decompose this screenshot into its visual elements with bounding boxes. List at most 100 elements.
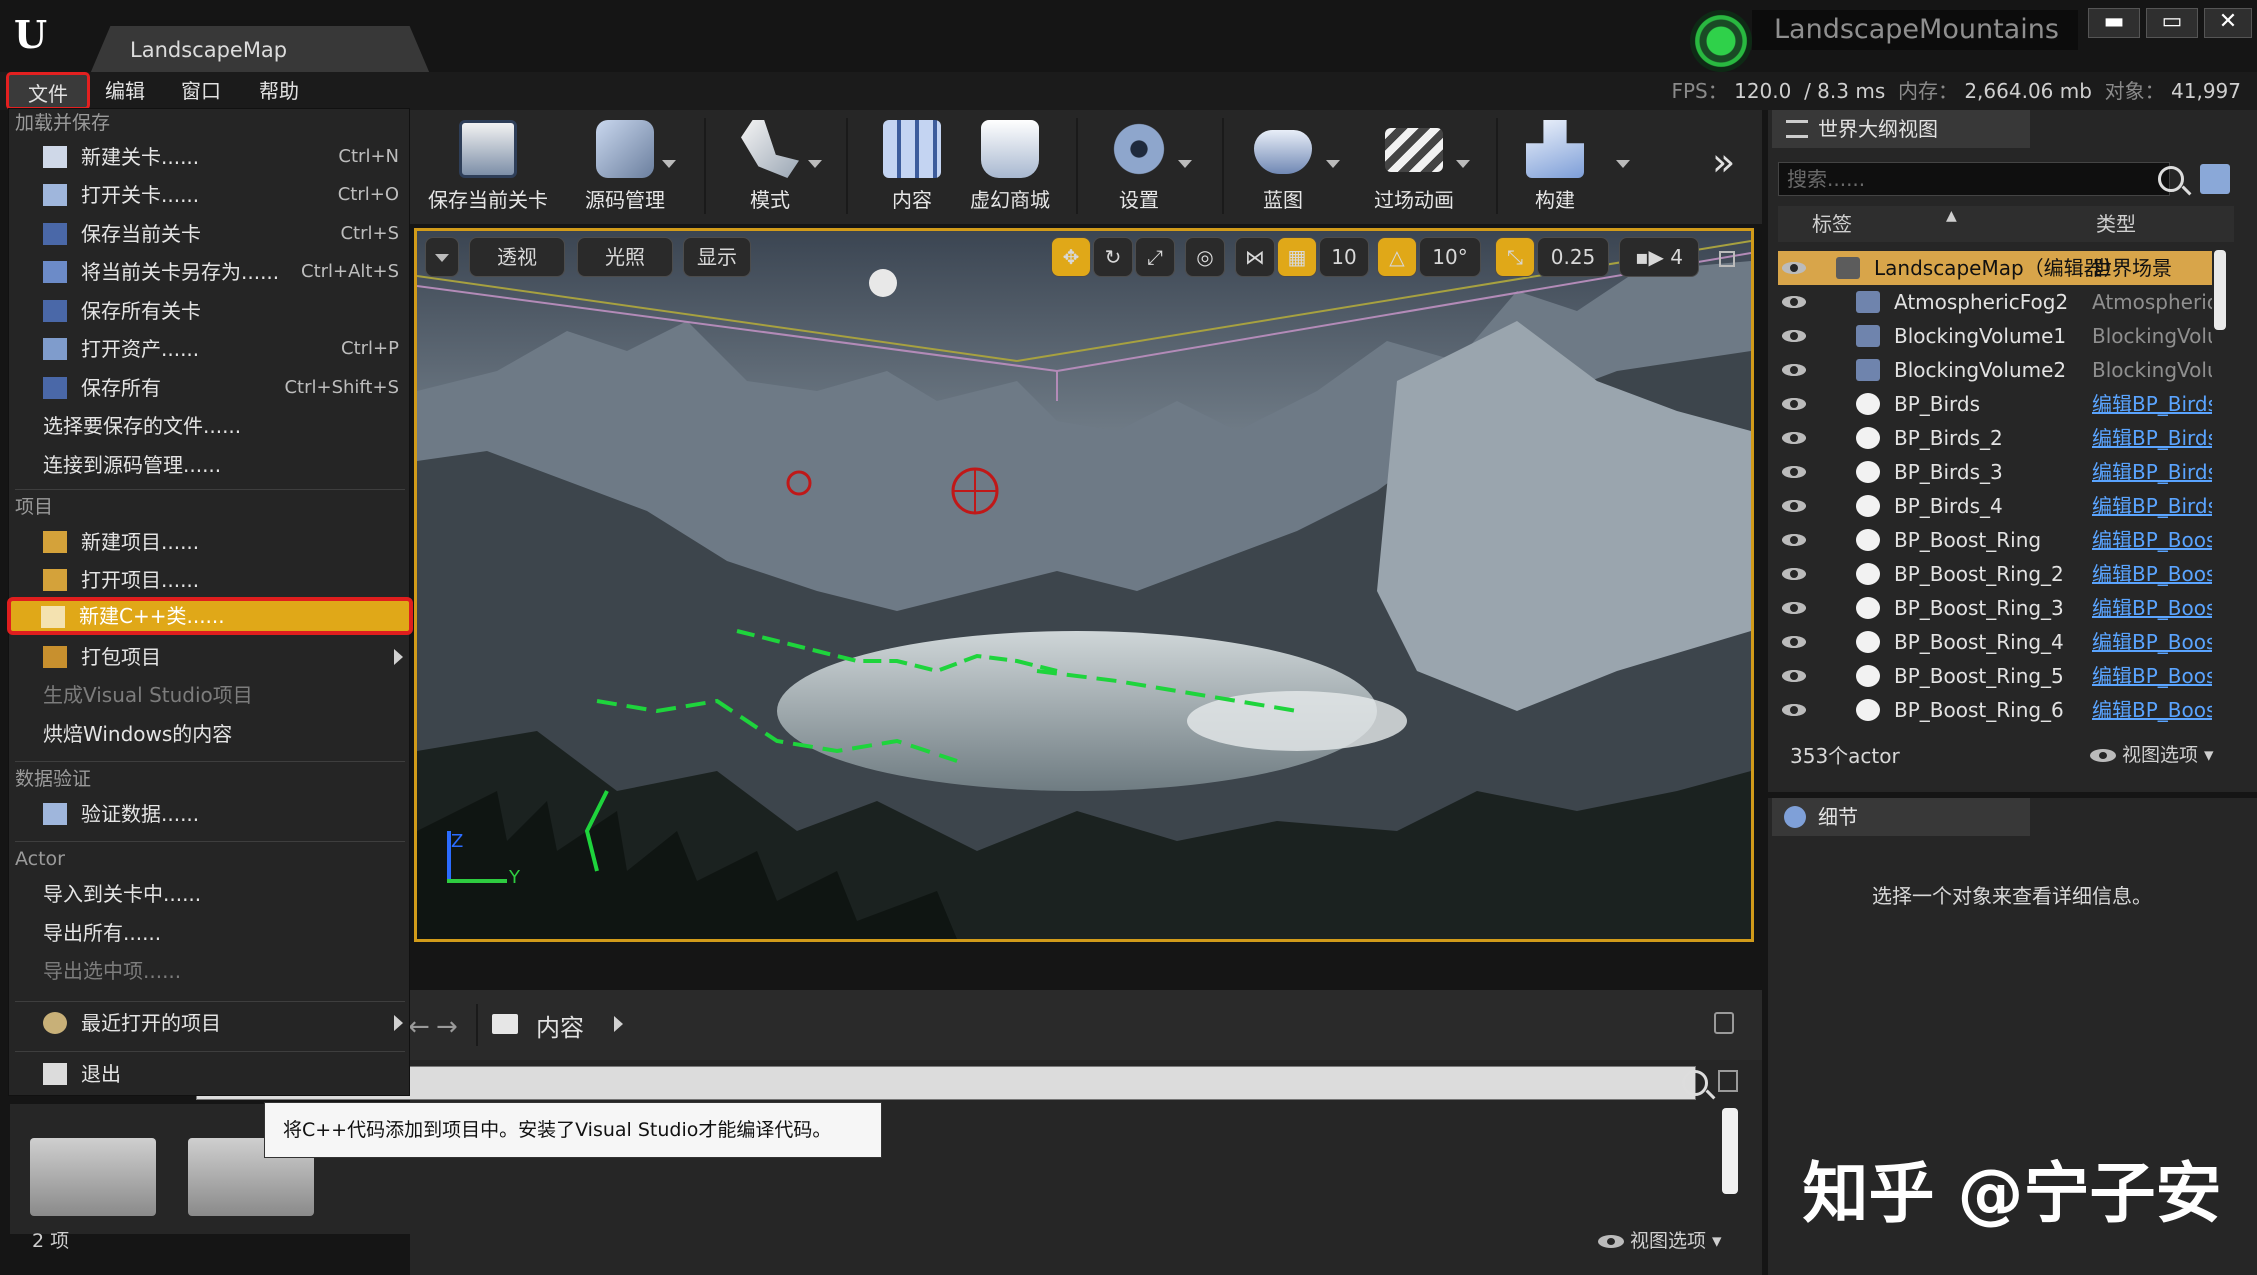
level-viewport[interactable]: 透视 光照 显示 ✥ ↻ ⤢ ◎ ⋈ ▦ 10 △ 10° ⤡ 0.25 ▪▶ … (414, 228, 1754, 942)
menu-item-save-all[interactable]: 保存所有 Ctrl+Shift+S (9, 369, 409, 407)
cinematics-button[interactable]: 过场动画 (1356, 112, 1472, 222)
menu-item-export-selected[interactable]: 导出选中项...... (9, 952, 409, 990)
menu-window[interactable]: 窗口 (172, 72, 230, 110)
outliner-row-type[interactable]: 编辑BP_Boost_Ring (2092, 591, 2212, 625)
menu-item-package-project[interactable]: 打包项目 (9, 638, 409, 676)
tab-details[interactable]: 细节 (1772, 798, 2030, 836)
outliner-row[interactable]: BP_Birds 编辑BP_Birds (1778, 387, 2212, 421)
translate-tool-icon[interactable]: ✥ (1051, 237, 1091, 277)
menu-help[interactable]: 帮助 (250, 72, 308, 110)
outliner-row[interactable]: BP_Boost_Ring_4 编辑BP_Boost_Ring (1778, 625, 2212, 659)
visibility-eye-icon[interactable] (1782, 636, 1806, 648)
menu-item-save-as[interactable]: 将当前关卡另存为...... Ctrl+Alt+S (9, 253, 409, 291)
outliner-search-input[interactable]: 搜索...... (1778, 162, 2170, 196)
outliner-row[interactable]: BlockingVolume2 BlockingVolume (1778, 353, 2212, 387)
outliner-row[interactable]: AtmosphericFog2 AtmosphericFog (1778, 285, 2212, 319)
visibility-eye-icon[interactable] (1782, 330, 1806, 342)
blueprints-button[interactable]: 蓝图 (1238, 112, 1340, 222)
outliner-row[interactable]: BP_Birds_3 编辑BP_Birds (1778, 455, 2212, 489)
surface-snap-icon[interactable]: ⋈ (1235, 237, 1275, 277)
save-search-icon[interactable] (1718, 1070, 1738, 1092)
maximize-viewport-icon[interactable] (1719, 251, 1735, 267)
visibility-eye-icon[interactable] (1782, 398, 1806, 410)
minimize-button[interactable]: ▬ (2088, 8, 2140, 38)
menu-item-open-level[interactable]: 打开关卡...... Ctrl+O (9, 176, 409, 214)
outliner-row-type[interactable]: 编辑BP_Birds (2092, 455, 2212, 489)
outliner-row-type[interactable]: 编辑BP_Birds (2092, 489, 2212, 523)
content-view-options[interactable]: 视图选项 ▾ (1598, 1226, 1722, 1253)
visibility-eye-icon[interactable] (1782, 704, 1806, 716)
lock-icon[interactable] (1714, 1012, 1734, 1034)
content-button[interactable]: 内容 (864, 112, 960, 222)
visibility-eye-icon[interactable] (1782, 534, 1806, 546)
outliner-scrollbar[interactable] (2214, 250, 2226, 330)
menu-item-exit[interactable]: 退出 (9, 1055, 409, 1093)
build-chevron-down-icon[interactable] (1616, 160, 1630, 168)
save-current-level-button[interactable]: 保存当前关卡 (418, 112, 558, 222)
outliner-row-type[interactable]: 编辑BP_Boost_Ring (2092, 659, 2212, 693)
outliner-row-type[interactable]: 编辑BP_Boost_Ring (2092, 693, 2212, 727)
visibility-eye-icon[interactable] (1782, 602, 1806, 614)
visibility-eye-icon[interactable] (1782, 364, 1806, 376)
tab-world-outliner[interactable]: 世界大纲视图 (1772, 110, 2030, 148)
search-icon[interactable] (1682, 1070, 1708, 1096)
menu-item-generate-vs[interactable]: 生成Visual Studio项目 (9, 676, 409, 714)
scale-snap-value[interactable]: 0.25 (1537, 237, 1609, 277)
create-folder-icon[interactable] (2200, 164, 2230, 194)
back-arrow-icon[interactable]: ← (408, 1012, 430, 1042)
path-arrow-icon[interactable] (614, 1016, 623, 1032)
visibility-eye-icon[interactable] (1782, 568, 1806, 580)
grid-snap-value[interactable]: 10 (1319, 237, 1369, 277)
menu-item-save-current[interactable]: 保存当前关卡 Ctrl+S (9, 215, 409, 253)
settings-button[interactable]: 设置 (1094, 112, 1192, 222)
scale-snap-icon[interactable]: ⤡ (1495, 237, 1535, 277)
unreal-logo-icon[interactable]: U (14, 12, 56, 58)
outliner-row[interactable]: BP_Birds_4 编辑BP_Birds (1778, 489, 2212, 523)
rotate-tool-icon[interactable]: ↻ (1093, 237, 1133, 277)
level-tab[interactable]: LandscapeMap (90, 26, 430, 74)
search-icon[interactable] (2158, 166, 2184, 192)
more-toolbar-icon[interactable]: » (1712, 140, 1735, 184)
outliner-row[interactable]: LandscapeMap（编辑器） 世界场景 (1778, 251, 2212, 285)
menu-item-validate-data[interactable]: 验证数据...... (9, 795, 409, 833)
visibility-eye-icon[interactable] (1782, 432, 1806, 444)
scale-tool-icon[interactable]: ⤢ (1135, 237, 1175, 277)
visibility-eye-icon[interactable] (1782, 296, 1806, 308)
content-scrollbar[interactable] (1722, 1108, 1738, 1194)
visibility-eye-icon[interactable] (1782, 500, 1806, 512)
outliner-row-type[interactable]: 编辑BP_Birds (2092, 387, 2212, 421)
outliner-row-type[interactable]: 编辑BP_Boost_Ring (2092, 523, 2212, 557)
column-type-header[interactable]: 类型 (2096, 206, 2136, 242)
menu-item-save-all-levels[interactable]: 保存所有关卡 (9, 292, 409, 330)
outliner-view-options[interactable]: 视图选项 ▾ (2090, 740, 2214, 767)
menu-edit[interactable]: 编辑 (96, 72, 154, 110)
camera-speed-button[interactable]: ▪▶ 4 (1619, 237, 1699, 277)
menu-item-recent-projects[interactable]: 最近打开的项目 (9, 1004, 409, 1042)
forward-arrow-icon[interactable]: → (436, 1012, 458, 1042)
maximize-button[interactable]: ▭ (2146, 8, 2198, 38)
modes-button[interactable]: 模式 (720, 112, 822, 222)
outliner-row[interactable]: BP_Birds_2 编辑BP_Birds (1778, 421, 2212, 455)
menu-item-open-project[interactable]: 打开项目...... (9, 561, 409, 599)
menu-file[interactable]: 文件 (6, 72, 90, 110)
outliner-row-type[interactable]: 编辑BP_Boost_Ring (2092, 557, 2212, 591)
marketplace-button[interactable]: 虚幻商城 (962, 112, 1058, 222)
outliner-row[interactable]: BP_Boost_Ring_6 编辑BP_Boost_Ring (1778, 693, 2212, 727)
lit-button[interactable]: 光照 (577, 237, 673, 277)
outliner-row[interactable]: BlockingVolume1 BlockingVolume (1778, 319, 2212, 353)
column-label-header[interactable]: 标签 (1812, 206, 1852, 242)
menu-item-export-all[interactable]: 导出所有...... (9, 914, 409, 952)
show-button[interactable]: 显示 (683, 237, 751, 277)
visibility-eye-icon[interactable] (1782, 262, 1806, 274)
content-search-input[interactable] (196, 1066, 1696, 1100)
outliner-row[interactable]: BP_Boost_Ring_5 编辑BP_Boost_Ring (1778, 659, 2212, 693)
visibility-eye-icon[interactable] (1782, 670, 1806, 682)
menu-item-open-asset[interactable]: 打开资产...... Ctrl+P (9, 330, 409, 368)
grid-snap-icon[interactable]: ▦ (1277, 237, 1317, 277)
menu-item-connect-scm[interactable]: 连接到源码管理...... (9, 446, 409, 484)
source-control-button[interactable]: 源码管理 (566, 112, 684, 222)
menu-item-new-project[interactable]: 新建项目...... (9, 523, 409, 561)
rotation-snap-value[interactable]: 10° (1419, 237, 1481, 277)
menu-item-new-level[interactable]: 新建关卡...... Ctrl+N (9, 138, 409, 176)
visibility-eye-icon[interactable] (1782, 466, 1806, 478)
